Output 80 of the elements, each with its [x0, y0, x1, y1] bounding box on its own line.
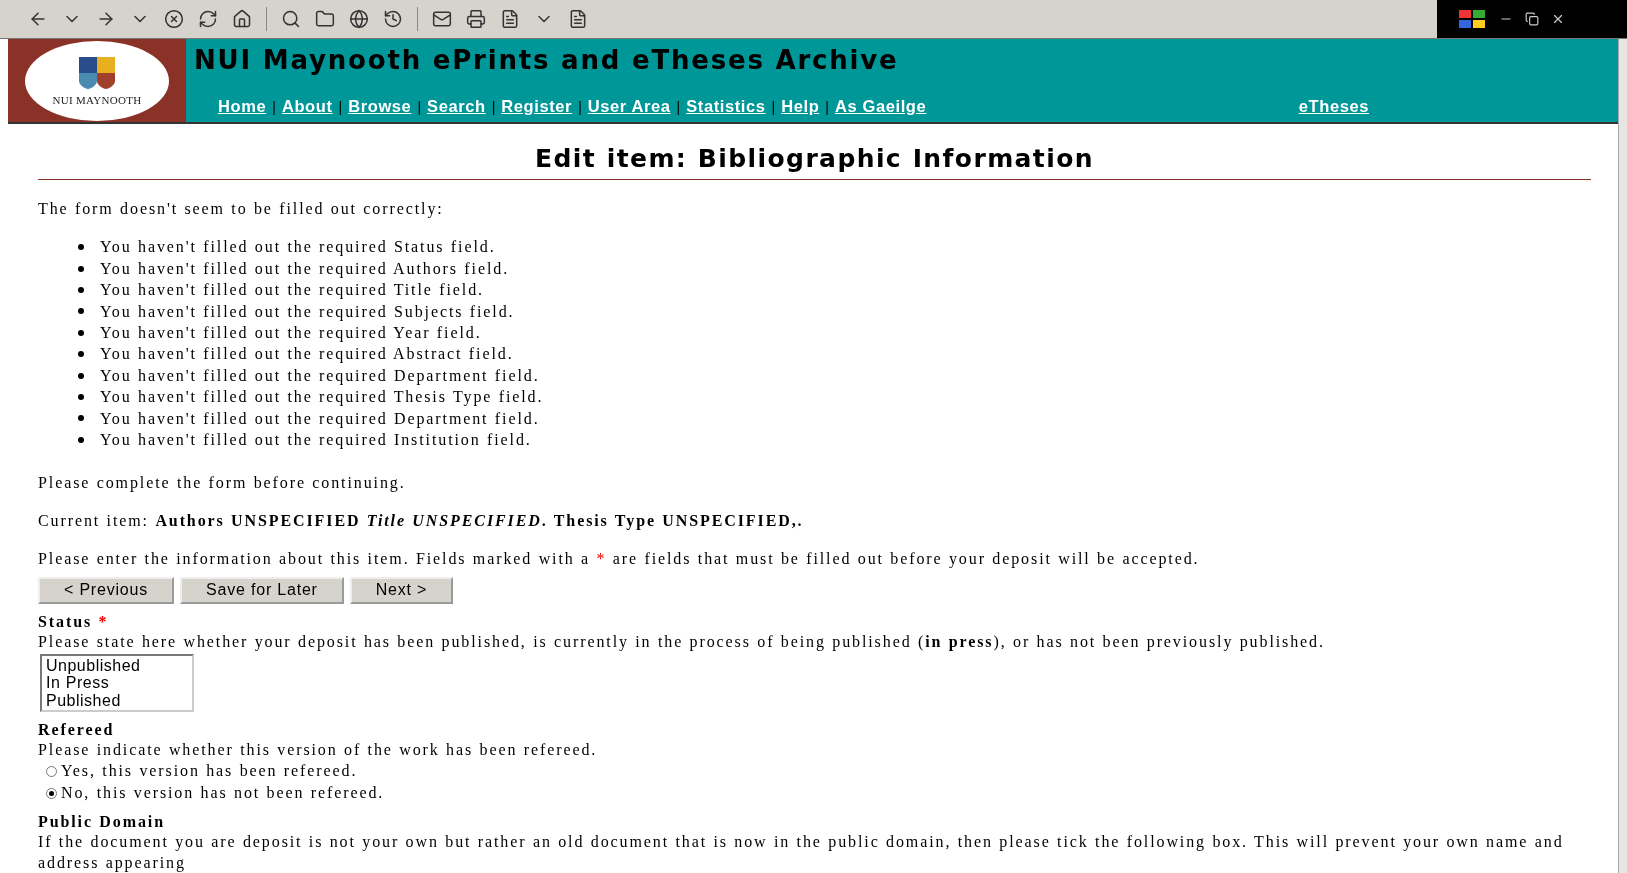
bullet-icon	[78, 329, 84, 336]
error-outro: Please complete the form before continuing.	[38, 472, 407, 493]
university-logo[interactable]: NUI MAYNOOTH	[25, 40, 169, 121]
search-icon[interactable]	[281, 9, 301, 29]
error-message: You haven't filled out the required Subjects field.	[100, 301, 515, 323]
nav-link[interactable]: Browse	[348, 97, 412, 117]
globe-icon[interactable]	[349, 9, 369, 29]
field-help: Please state here whether your deposit has been published, is currently in the process of being published (in press), or has not been previously published.	[38, 631, 1326, 652]
error-message: You haven't filled out the required Year field.	[100, 323, 482, 344]
nav-separator: |	[491, 98, 496, 115]
field-label: Status *	[38, 611, 110, 631]
nav-link[interactable]: Search	[427, 97, 486, 117]
nav-link[interactable]: Statistics	[686, 97, 766, 117]
nav-link[interactable]: User Area	[587, 97, 671, 117]
radio-button[interactable]	[46, 765, 57, 777]
logo-text: NUI MAYNOOTH	[52, 94, 142, 107]
mail-icon[interactable]	[432, 9, 452, 29]
bullet-icon	[78, 308, 84, 315]
history-icon[interactable]	[383, 9, 403, 29]
listbox-option[interactable]: Published	[46, 691, 188, 709]
error-message: You haven't filled out the required Department field.	[100, 365, 540, 387]
listbox-option[interactable]: In Press	[46, 674, 188, 692]
radio-label: No, this version has not been refereed.	[61, 783, 385, 803]
document-icon[interactable]	[500, 9, 520, 29]
bullet-icon	[78, 372, 84, 379]
field-label: Refereed	[38, 720, 116, 739]
bullet-icon	[78, 351, 84, 358]
error-message: You haven't filled out the required Abstract field.	[100, 344, 514, 365]
current-item-value: Authors UNSPECIFIED Title UNSPECIFIED. Thesis Type UNSPECIFIED,.	[155, 511, 804, 529]
field-label: Public Domain	[38, 812, 166, 831]
note-icon[interactable]	[568, 9, 588, 29]
listbox-option[interactable]: Unpublished	[46, 656, 188, 674]
instructions-text: Please enter the information about this item. Fields marked with a * are fields that must be filled out before your deposit will be accepted.	[38, 548, 1201, 569]
printer-icon[interactable]	[466, 9, 486, 29]
error-message: You haven't filled out the required Department field.	[100, 408, 540, 430]
site-title: NUI Maynooth ePrints and eTheses Archive	[194, 45, 900, 75]
nav-separator: |	[578, 98, 582, 115]
bullet-icon	[78, 244, 84, 251]
error-intro: The form doesn't seem to be filled out correctly:	[38, 199, 445, 220]
stop-icon[interactable]	[164, 9, 184, 29]
radio-button[interactable]	[46, 787, 57, 799]
current-item-label: Current item:	[38, 511, 149, 529]
nav-link[interactable]: About	[281, 97, 333, 117]
error-message: You haven't filled out the required Status field.	[100, 237, 496, 258]
nav-separator: |	[417, 98, 422, 115]
bullet-icon	[78, 286, 84, 293]
bullet-icon	[78, 415, 84, 422]
nav-link[interactable]: Home	[218, 97, 267, 117]
form-button[interactable]: < Previous	[38, 576, 175, 604]
field-help: If the document you are deposit is not your own but rather an old document that is now in the public domain, then please tick the following box. This will prevent your own name and address appearing	[38, 832, 1565, 873]
error-message: You haven't filled out the required Authors field.	[100, 258, 510, 280]
nav-link[interactable]: eTheses	[1298, 97, 1369, 117]
error-message: You haven't filled out the required Thesis Type field.	[100, 387, 544, 408]
nav-separator: |	[771, 98, 776, 115]
refresh-icon[interactable]	[198, 9, 218, 29]
nav-link[interactable]: Register	[501, 97, 573, 117]
nav-link[interactable]: As Gaeilge	[835, 97, 927, 117]
home-icon[interactable]	[232, 9, 252, 29]
form-button[interactable]: Next >	[349, 576, 454, 604]
crest-icon	[77, 55, 117, 92]
bullet-icon	[78, 394, 84, 400]
nav-link[interactable]: Help	[781, 97, 820, 117]
error-message: You haven't filled out the required Institution field.	[100, 430, 532, 451]
nav-separator: |	[272, 98, 276, 115]
nav-separator: |	[338, 98, 343, 115]
radio-label: Yes, this version has been refereed.	[61, 761, 358, 781]
nav-separator: |	[825, 98, 829, 115]
close-icon[interactable]	[1551, 12, 1565, 26]
bullet-icon	[78, 436, 84, 443]
scrollbar[interactable]	[1618, 39, 1627, 873]
folder-icon[interactable]	[315, 9, 335, 29]
nav-separator: |	[676, 98, 681, 115]
page-heading: Edit item: Bibliographic Information	[38, 144, 1591, 181]
restore-icon[interactable]	[1525, 12, 1539, 26]
status-listbox[interactable]: Unpublished In Press Published	[40, 653, 194, 712]
bullet-icon	[78, 265, 84, 272]
error-message: You haven't filled out the required Title field.	[100, 280, 484, 301]
form-button[interactable]: Save for Later	[180, 576, 344, 604]
windows-flag-icon	[1457, 8, 1487, 30]
field-help: Please indicate whether this version of the work has been refereed.	[38, 740, 599, 760]
